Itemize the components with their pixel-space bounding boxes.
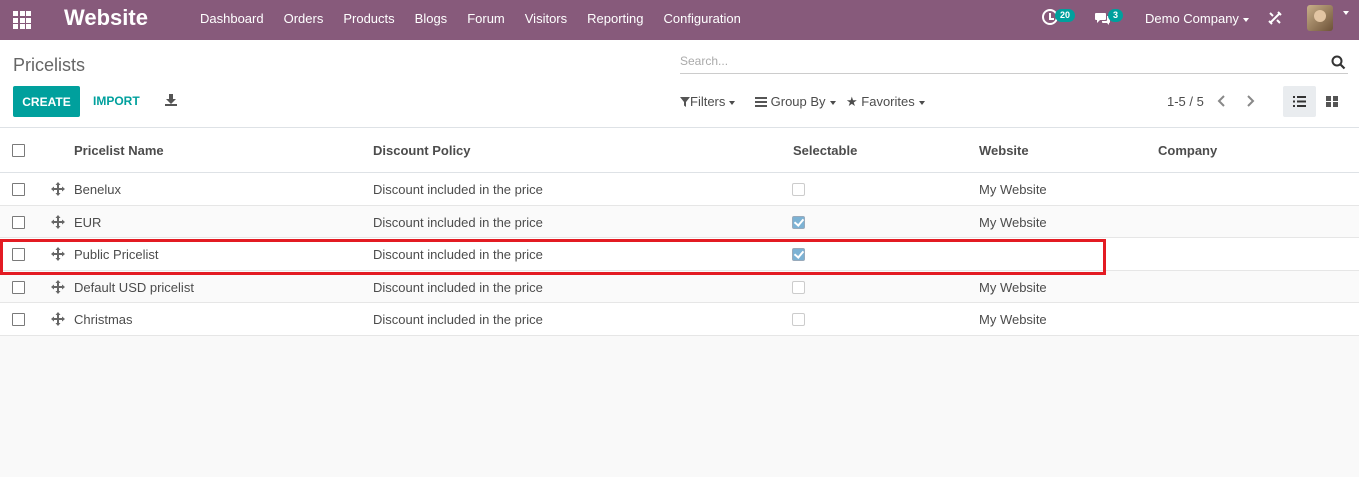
row-checkbox[interactable]	[12, 280, 25, 294]
company-name: Demo Company	[1145, 11, 1239, 26]
search-input[interactable]	[680, 52, 1300, 68]
chevron-down-icon	[729, 100, 736, 105]
group-by-icon	[755, 97, 767, 107]
drag-handle-icon[interactable]	[51, 312, 65, 326]
import-button[interactable]: IMPORT	[93, 94, 140, 108]
apps-icon[interactable]	[13, 11, 31, 29]
filter-icon	[680, 97, 690, 107]
select-all-checkbox[interactable]	[12, 144, 25, 157]
app-title[interactable]: Website	[64, 5, 148, 31]
table-row[interactable]: Default USD pricelist Discount included …	[0, 270, 1359, 303]
avatar-chevron-down-icon[interactable]	[1343, 11, 1349, 15]
menu-item-reporting[interactable]: Reporting	[577, 0, 653, 40]
selectable-checkbox	[792, 248, 805, 261]
table-row[interactable]: Benelux Discount included in the price M…	[0, 173, 1359, 206]
pricelist-name: Public Pricelist	[74, 247, 159, 262]
table-row[interactable]: Christmas Discount included in the price…	[0, 303, 1359, 336]
pricelist-name: EUR	[74, 214, 102, 230]
pricelist-name: Benelux	[74, 182, 121, 197]
pricelist-name: Christmas	[74, 312, 133, 327]
pricelist-table: Pricelist Name Discount Policy Selectabl…	[0, 128, 1359, 336]
discount-policy: Discount included in the price	[373, 247, 543, 262]
selectable-checkbox	[792, 183, 805, 196]
search-icon[interactable]	[1331, 55, 1346, 70]
group-by-dropdown[interactable]: Group By	[755, 94, 836, 109]
filters-label: Filters	[690, 94, 726, 109]
selectable-checkbox	[792, 313, 805, 326]
row-checkbox[interactable]	[12, 183, 25, 196]
favorites-label: Favorites	[861, 94, 915, 109]
column-header-company[interactable]: Company	[1158, 143, 1217, 158]
discount-policy: Discount included in the price	[373, 182, 543, 197]
download-icon[interactable]	[165, 94, 177, 106]
column-header-selectable[interactable]: Selectable	[793, 143, 857, 158]
row-checkbox[interactable]	[12, 215, 25, 229]
chevron-left-icon[interactable]	[1217, 95, 1227, 107]
chevron-down-icon	[918, 100, 925, 105]
list-view-icon	[1293, 96, 1306, 107]
favorites-dropdown[interactable]: ★ Favorites	[846, 94, 925, 110]
kanban-view-icon	[1326, 96, 1338, 107]
selectable-checkbox	[792, 215, 805, 229]
column-header-website[interactable]: Website	[979, 143, 1029, 158]
drag-handle-icon[interactable]	[51, 182, 65, 196]
star-icon: ★	[846, 94, 858, 109]
website: My Website	[979, 182, 1047, 197]
menu-item-configuration[interactable]: Configuration	[654, 0, 751, 40]
website: My Website	[979, 279, 1047, 295]
create-button[interactable]: CREATE	[13, 86, 80, 117]
menu-item-dashboard[interactable]: Dashboard	[190, 0, 274, 40]
table-row[interactable]: Public Pricelist Discount included in th…	[0, 238, 1359, 271]
menu-item-forum[interactable]: Forum	[457, 0, 515, 40]
row-checkbox[interactable]	[12, 313, 25, 326]
drag-handle-icon[interactable]	[51, 279, 65, 294]
discount-policy: Discount included in the price	[373, 312, 543, 327]
menu-item-products[interactable]: Products	[333, 0, 404, 40]
activity-count-badge: 20	[1055, 9, 1076, 22]
column-header-pricelist-name[interactable]: Pricelist Name	[74, 143, 164, 158]
chevron-down-icon	[829, 100, 836, 105]
table-row[interactable]: EUR Discount included in the price My We…	[0, 205, 1359, 238]
discount-policy: Discount included in the price	[373, 279, 543, 295]
selectable-checkbox	[792, 280, 805, 294]
website: My Website	[979, 312, 1047, 327]
chevron-down-icon	[1242, 17, 1249, 22]
menu-item-blogs[interactable]: Blogs	[405, 0, 458, 40]
top-navbar: Website Dashboard Orders Products Blogs …	[0, 0, 1359, 40]
discount-policy: Discount included in the price	[373, 214, 543, 230]
list-view-button[interactable]	[1283, 86, 1316, 117]
chevron-right-icon[interactable]	[1245, 95, 1255, 107]
debug-icon[interactable]	[1268, 11, 1282, 25]
website: My Website	[979, 214, 1047, 230]
message-count-badge: 3	[1108, 9, 1124, 22]
pricelist-name: Default USD pricelist	[74, 279, 194, 295]
menu-item-visitors[interactable]: Visitors	[515, 0, 577, 40]
kanban-view-button[interactable]	[1318, 86, 1348, 117]
table-header: Pricelist Name Discount Policy Selectabl…	[0, 128, 1359, 173]
control-panel: Pricelists CREATE IMPORT Filters Group B…	[0, 40, 1359, 128]
user-avatar[interactable]	[1307, 5, 1333, 31]
company-switcher[interactable]: Demo Company	[1145, 11, 1249, 26]
breadcrumb: Pricelists	[13, 55, 86, 75]
group-by-label: Group By	[770, 94, 826, 109]
column-header-discount-policy[interactable]: Discount Policy	[373, 143, 471, 158]
pager-value[interactable]: 1-5 / 5	[1167, 94, 1204, 109]
search-bar	[680, 52, 1348, 74]
drag-handle-icon[interactable]	[51, 214, 65, 229]
filters-dropdown[interactable]: Filters	[680, 94, 736, 109]
main-menu: Dashboard Orders Products Blogs Forum Vi…	[190, 0, 751, 40]
row-checkbox[interactable]	[12, 248, 25, 261]
menu-item-orders[interactable]: Orders	[274, 0, 334, 40]
drag-handle-icon[interactable]	[51, 247, 65, 261]
